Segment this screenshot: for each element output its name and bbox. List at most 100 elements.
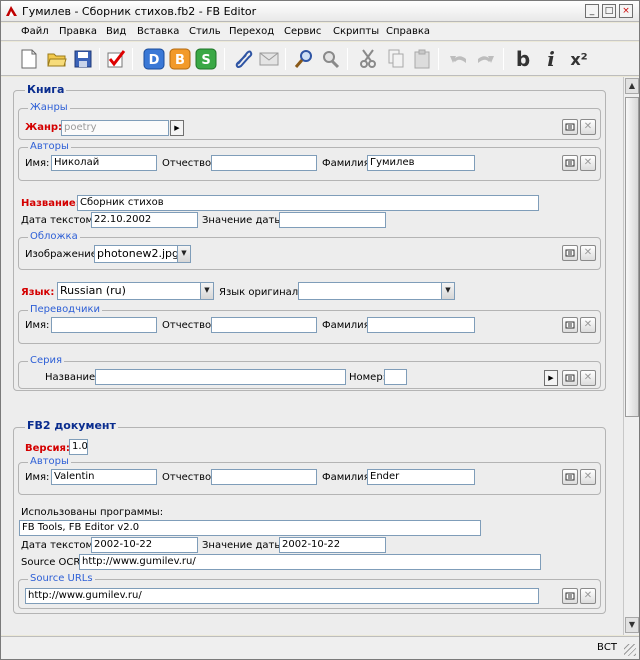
copy-icon[interactable] bbox=[384, 47, 408, 71]
source-url-delete-button[interactable]: ✕ bbox=[580, 588, 596, 604]
fb2-author-middle-name-field[interactable] bbox=[211, 469, 317, 485]
open-icon[interactable] bbox=[45, 47, 69, 71]
series-number-field[interactable] bbox=[384, 369, 407, 385]
date-value-field[interactable] bbox=[279, 212, 386, 228]
series-edit-button[interactable] bbox=[562, 370, 578, 386]
fb2-document-legend: FB2 документ bbox=[25, 419, 118, 432]
cover-edit-button[interactable] bbox=[562, 245, 578, 261]
menu-style[interactable]: Стиль bbox=[189, 26, 221, 37]
translator-delete-button[interactable]: ✕ bbox=[580, 317, 596, 333]
scroll-down-arrow-icon[interactable]: ▼ bbox=[625, 617, 639, 633]
menu-goto[interactable]: Переход bbox=[229, 26, 274, 37]
vertical-scrollbar[interactable]: ▲ ▼ bbox=[623, 77, 639, 635]
app-window: Гумилев - Сборник стихов.fb2 - FB Editor… bbox=[0, 0, 640, 660]
edit-list-icon bbox=[565, 123, 575, 131]
resize-grip-icon[interactable] bbox=[624, 644, 636, 656]
fb2-author-first-name-field[interactable]: Valentin bbox=[51, 469, 157, 485]
source-view-icon[interactable]: S bbox=[194, 47, 218, 71]
menu-insert[interactable]: Вставка bbox=[137, 26, 179, 37]
language-label: Язык: bbox=[21, 287, 55, 298]
author-edit-button[interactable] bbox=[562, 155, 578, 171]
fb2-date-value-field[interactable]: 2002-10-22 bbox=[279, 537, 386, 553]
fb2-author-middle-name-label: Отчество: bbox=[162, 472, 215, 483]
description-view-icon[interactable]: D bbox=[142, 47, 166, 71]
new-icon[interactable] bbox=[17, 47, 41, 71]
series-name-label: Название: bbox=[45, 372, 99, 383]
cover-legend: Обложка bbox=[28, 231, 80, 242]
translator-last-name-field[interactable] bbox=[367, 317, 475, 333]
validate-icon[interactable] bbox=[104, 47, 128, 71]
attach-icon[interactable] bbox=[231, 47, 255, 71]
author-first-name-label: Имя: bbox=[25, 158, 50, 169]
translator-middle-name-field[interactable] bbox=[211, 317, 317, 333]
source-ocr-label: Source OCR: bbox=[21, 557, 84, 568]
source-url-edit-button[interactable] bbox=[562, 588, 578, 604]
fb2-author-first-name-label: Имя: bbox=[25, 472, 50, 483]
source-language-label: Язык оригинала: bbox=[219, 287, 308, 298]
translator-last-name-label: Фамилия: bbox=[322, 320, 374, 331]
mail-icon[interactable] bbox=[257, 47, 281, 71]
fb2-author-last-name-label: Фамилия: bbox=[322, 472, 374, 483]
title-bar: Гумилев - Сборник стихов.fb2 - FB Editor… bbox=[1, 1, 639, 22]
fb2-authors-legend: Авторы bbox=[28, 456, 71, 467]
genre-edit-button[interactable] bbox=[562, 119, 578, 135]
fb2-author-last-name-field[interactable]: Ender bbox=[367, 469, 475, 485]
menu-help[interactable]: Справка bbox=[386, 26, 430, 37]
author-first-name-field[interactable]: Николай bbox=[51, 155, 157, 171]
description-form: Книга Жанры Жанр: poetry ▶ ✕ Авторы Имя:… bbox=[1, 77, 623, 635]
body-view-icon[interactable]: B bbox=[168, 47, 192, 71]
cover-image-label: Изображение: bbox=[25, 249, 101, 260]
bold-icon[interactable]: b bbox=[511, 47, 535, 71]
genre-select-button[interactable]: ▶ bbox=[170, 120, 184, 136]
author-middle-name-field[interactable] bbox=[211, 155, 317, 171]
author-last-name-field[interactable]: Гумилев bbox=[367, 155, 475, 171]
series-name-field[interactable] bbox=[95, 369, 346, 385]
menu-tools[interactable]: Сервис bbox=[284, 26, 321, 37]
cut-icon[interactable] bbox=[356, 47, 380, 71]
scroll-thumb[interactable] bbox=[625, 97, 639, 417]
source-language-dropdown-arrow[interactable]: ▼ bbox=[441, 282, 455, 300]
translator-first-name-field[interactable] bbox=[51, 317, 157, 333]
source-url-field[interactable]: http://www.gumilev.ru/ bbox=[25, 588, 539, 604]
minimize-button[interactable]: _ bbox=[585, 4, 599, 18]
date-field[interactable]: 22.10.2002 bbox=[91, 212, 198, 228]
fb2-author-edit-button[interactable] bbox=[562, 469, 578, 485]
cover-image-dropdown-arrow[interactable]: ▼ bbox=[177, 245, 191, 263]
translator-edit-button[interactable] bbox=[562, 317, 578, 333]
date-label: Дата текстом: bbox=[21, 215, 97, 226]
book-legend: Книга bbox=[25, 83, 67, 96]
italic-icon[interactable]: i bbox=[539, 47, 563, 71]
fb2-author-delete-button[interactable]: ✕ bbox=[580, 469, 596, 485]
menu-scripts[interactable]: Скрипты bbox=[333, 26, 379, 37]
language-select[interactable]: Russian (ru) bbox=[57, 282, 201, 300]
menu-view[interactable]: Вид bbox=[106, 26, 126, 37]
superscript-icon[interactable]: x² bbox=[567, 47, 591, 71]
redo-icon[interactable] bbox=[473, 47, 497, 71]
genre-field[interactable]: poetry bbox=[61, 120, 169, 136]
save-icon[interactable] bbox=[71, 47, 95, 71]
maximize-button[interactable]: □ bbox=[602, 4, 616, 18]
source-language-select[interactable] bbox=[298, 282, 442, 300]
paste-icon[interactable] bbox=[410, 47, 434, 71]
close-button[interactable]: × bbox=[619, 4, 633, 18]
series-delete-button[interactable]: ✕ bbox=[580, 370, 596, 386]
author-delete-button[interactable]: ✕ bbox=[580, 155, 596, 171]
menu-file[interactable]: Файл bbox=[21, 26, 49, 37]
source-ocr-field[interactable]: http://www.gumilev.ru/ bbox=[79, 554, 541, 570]
replace-icon[interactable] bbox=[318, 47, 342, 71]
authors-legend: Авторы bbox=[28, 141, 71, 152]
scroll-up-arrow-icon[interactable]: ▲ bbox=[625, 78, 639, 94]
programs-field[interactable]: FB Tools, FB Editor v2.0 bbox=[19, 520, 481, 536]
menu-edit[interactable]: Правка bbox=[59, 26, 97, 37]
cover-image-select[interactable]: photonew2.jpg bbox=[94, 245, 178, 263]
genre-delete-button[interactable]: ✕ bbox=[580, 119, 596, 135]
cover-delete-button[interactable]: ✕ bbox=[580, 245, 596, 261]
menu-bar: Файл Правка Вид Вставка Стиль Переход Се… bbox=[1, 23, 639, 41]
series-expand-button[interactable]: ▶ bbox=[544, 370, 558, 386]
title-field[interactable]: Сборник стихов bbox=[77, 195, 539, 211]
version-field[interactable]: 1.0 bbox=[69, 439, 88, 455]
find-icon[interactable] bbox=[292, 47, 316, 71]
language-dropdown-arrow[interactable]: ▼ bbox=[200, 282, 214, 300]
fb2-date-field[interactable]: 2002-10-22 bbox=[91, 537, 198, 553]
undo-icon[interactable] bbox=[447, 47, 471, 71]
